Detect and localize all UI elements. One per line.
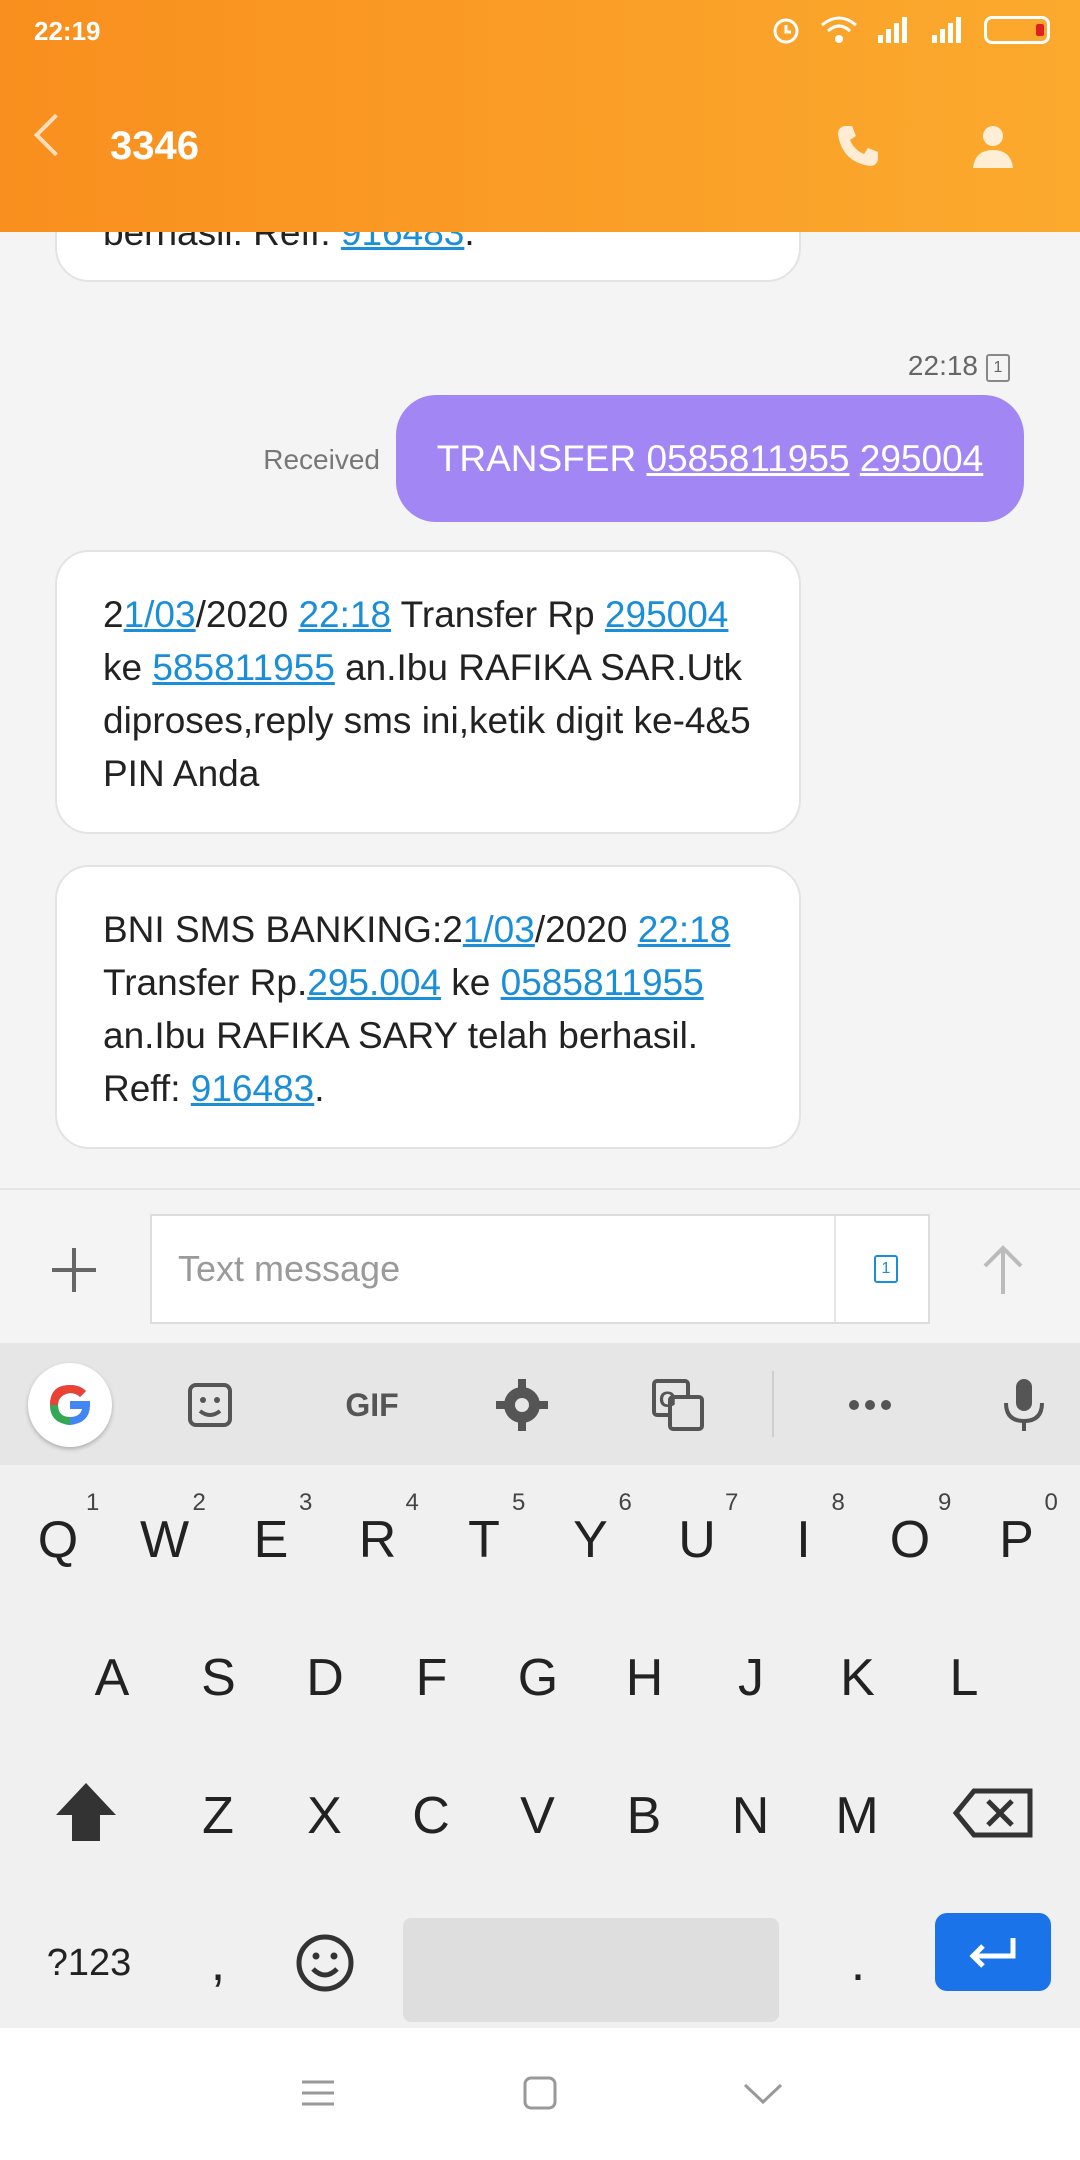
message-input[interactable] [152, 1216, 832, 1322]
key-m[interactable]: M [807, 1756, 907, 1876]
conversation[interactable]: berhasil. Reff: 916483. 22:18 1 Received … [0, 232, 1080, 1187]
phone-icon[interactable] [830, 118, 886, 174]
status-time: 22:19 [34, 16, 101, 46]
reff-link[interactable]: 916483 [341, 232, 464, 253]
key-f[interactable]: F [382, 1618, 482, 1738]
message-bubble[interactable]: berhasil. Reff: 916483. [55, 232, 801, 282]
key-v[interactable]: V [488, 1756, 588, 1876]
compose-bar: 1 [0, 1188, 1080, 1343]
sticker-icon[interactable] [178, 1373, 242, 1437]
svg-text:G: G [659, 1387, 676, 1412]
message-timestamp: 22:18 1 [908, 350, 1010, 382]
key-n[interactable]: N [701, 1756, 801, 1876]
sim-select-button[interactable]: 1 [834, 1216, 928, 1322]
key-d[interactable]: D [275, 1618, 375, 1738]
key-k[interactable]: K [808, 1618, 908, 1738]
menu-icon[interactable] [300, 2078, 336, 2108]
battery-icon [984, 16, 1050, 44]
keyboard: GIF G Q1W2E3R4T5Y6U7I8O9P0 ASDFGHJKL ZXC… [0, 1343, 1080, 2028]
key-l[interactable]: L [914, 1618, 1014, 1738]
incoming-message[interactable]: BNI SMS BANKING:21/03/2020 22:18 Transfe… [55, 865, 801, 1149]
home-icon[interactable] [523, 2076, 557, 2110]
send-icon[interactable] [975, 1242, 1031, 1298]
symbols-key[interactable]: ?123 [34, 1903, 144, 2023]
navigation-bar [0, 2028, 1080, 2160]
keyboard-toolbar: GIF G [0, 1343, 1080, 1465]
key-g[interactable]: G [488, 1618, 588, 1738]
conversation-title: 3346 [110, 124, 199, 168]
key-a[interactable]: A [62, 1618, 162, 1738]
space-bar[interactable] [403, 1918, 779, 2022]
more-icon[interactable] [838, 1373, 902, 1437]
outgoing-message[interactable]: TRANSFER 0585811955 295004 [396, 395, 1024, 522]
comma-key[interactable]: , [168, 1903, 268, 2023]
backspace-icon[interactable] [944, 1753, 1044, 1873]
google-icon[interactable] [28, 1363, 112, 1447]
settings-icon[interactable] [490, 1373, 554, 1437]
wifi-icon [821, 16, 857, 43]
key-s[interactable]: S [169, 1618, 269, 1738]
microphone-icon[interactable] [992, 1373, 1056, 1437]
enter-icon [969, 1938, 1016, 1968]
toolbar-divider [772, 1371, 774, 1437]
status-icons [770, 14, 1050, 46]
gif-button[interactable]: GIF [332, 1373, 412, 1437]
key-z[interactable]: Z [168, 1756, 268, 1876]
period-key[interactable]: . [808, 1903, 908, 2023]
key-c[interactable]: C [381, 1756, 481, 1876]
app-bar: 22:19 3346 [0, 0, 1080, 232]
sim-icon: 1 [986, 353, 1010, 382]
emoji-icon[interactable] [275, 1903, 375, 2023]
chevron-down-icon[interactable] [743, 2082, 783, 2106]
key-j[interactable]: J [701, 1618, 801, 1738]
key-b[interactable]: B [594, 1756, 694, 1876]
signal-icon [932, 17, 961, 43]
enter-key[interactable] [935, 1913, 1051, 1991]
alarm-icon [773, 18, 799, 44]
message-input-box[interactable]: 1 [150, 1214, 930, 1324]
key-h[interactable]: H [595, 1618, 695, 1738]
signal-icon [878, 17, 907, 43]
key-x[interactable]: X [275, 1756, 375, 1876]
delivery-status: Received [263, 444, 380, 475]
contact-icon[interactable] [965, 118, 1021, 174]
incoming-message[interactable]: 21/03/2020 22:18 Transfer Rp 295004 ke 5… [55, 550, 801, 834]
google-g-icon [50, 1385, 90, 1425]
shift-icon[interactable] [36, 1753, 136, 1873]
plus-icon[interactable] [52, 1248, 96, 1292]
translate-icon[interactable]: G [646, 1373, 710, 1437]
back-icon[interactable] [33, 113, 77, 157]
key-hint-0: 0 [1044, 1489, 1058, 1516]
sim-icon: 1 [874, 1255, 898, 1283]
